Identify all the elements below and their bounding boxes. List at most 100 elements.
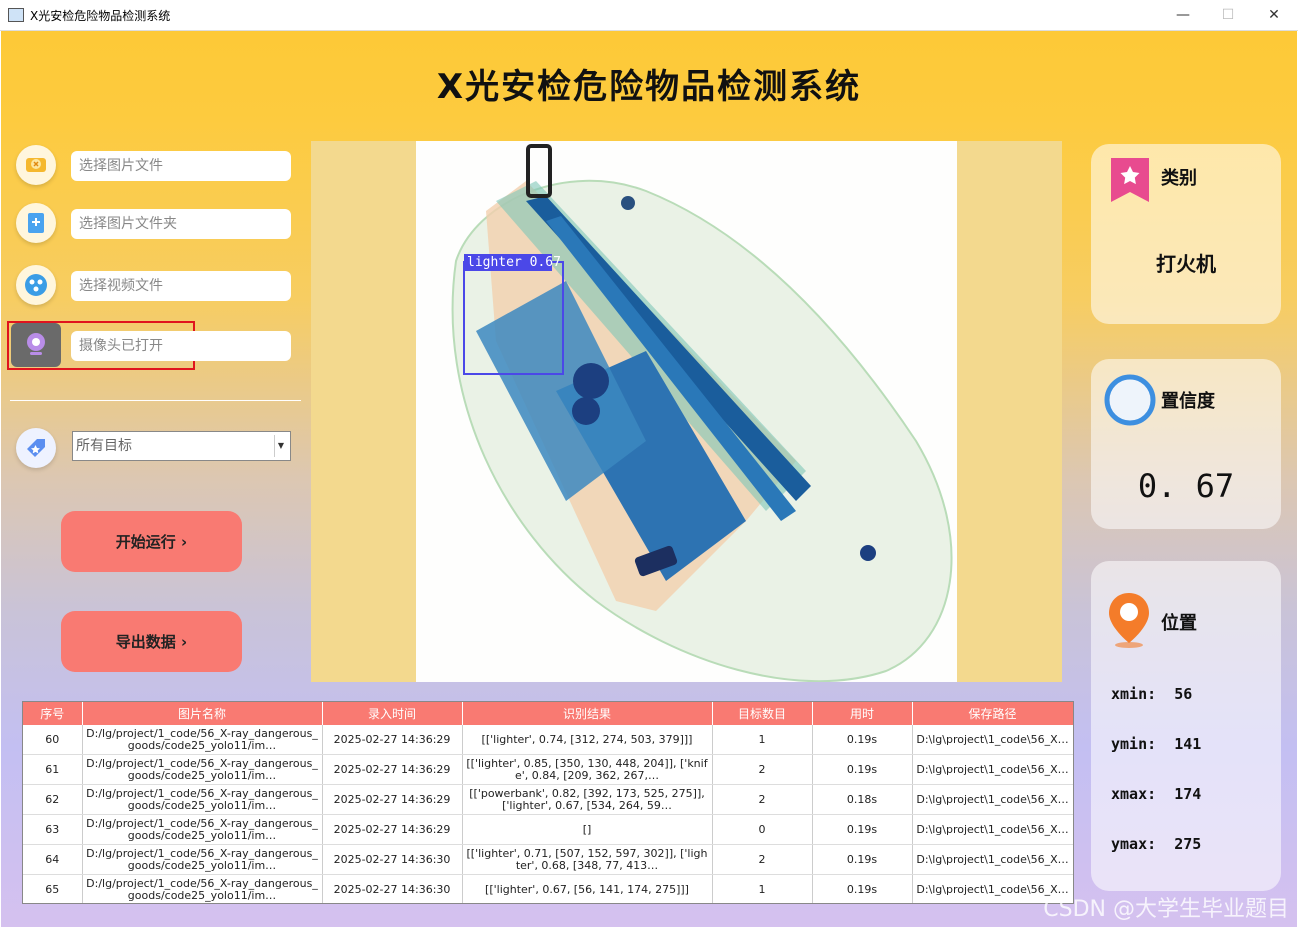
table-cell: 60 (23, 725, 83, 755)
table-cell: D:/lg/project/1_code/56_X-ray_dangerous_… (82, 814, 323, 845)
table-cell: 1 (712, 725, 813, 755)
class-card: 类别 打火机 (1091, 144, 1281, 324)
table-cell-text: 1 (758, 732, 766, 746)
table-cell: D:\lg\project\1_code\56_X… (912, 844, 1073, 875)
table-cell-text: D:/lg/project/1_code/56_X-ray_dangerous_… (86, 727, 318, 752)
table-cell: 0.19s (812, 844, 913, 875)
xmin-row: xmin: 56 (1111, 685, 1192, 703)
table-cell-text: D:\lg\project\1_code\56_X… (916, 823, 1069, 836)
table-row[interactable]: 60 D:/lg/project/1_code/56_X-ray_dangerou… (23, 725, 1073, 755)
video-file-icon[interactable] (16, 265, 56, 305)
image-display-panel: lighter 0.67 (311, 141, 1062, 682)
camera-field[interactable]: 摄像头已打开 (71, 331, 291, 361)
table-cell: D:\lg\project\1_code\56_X… (912, 784, 1073, 815)
xmax-label: xmax: (1111, 785, 1157, 803)
table-row[interactable]: 64 D:/lg/project/1_code/56_X-ray_dangerou… (23, 844, 1073, 875)
image-file-field[interactable]: 选择图片文件 (71, 151, 291, 181)
export-button[interactable]: 导出数据 › (61, 611, 242, 672)
table-cell: 1 (712, 874, 813, 903)
table-cell-text: 0.19s (846, 762, 878, 776)
table-cell: D:/lg/project/1_code/56_X-ray_dangerous_… (82, 844, 323, 875)
table-cell-text: [['powerbank', 0.82, [392, 173, 525, 275… (469, 787, 705, 812)
xray-image: lighter 0.67 (416, 141, 957, 682)
table-cell: [['lighter', 0.74, [312, 274, 503, 379]]… (462, 725, 713, 755)
table-cell-text: 0.19s (846, 882, 878, 896)
table-cell: 2025-02-27 14:36:29 (322, 814, 463, 845)
col-header-image-name[interactable]: 图片名称 (82, 702, 323, 725)
table-cell-text: 0 (758, 822, 766, 836)
xmax-value: 174 (1174, 785, 1202, 803)
table-cell: D:\lg\project\1_code\56_X… (912, 725, 1073, 755)
close-button[interactable]: ✕ (1251, 0, 1297, 30)
col-header-duration[interactable]: 用时 (812, 702, 913, 725)
table-cell: D:/lg/project/1_code/56_X-ray_dangerous_… (82, 874, 323, 903)
xmin-label: xmin: (1111, 685, 1157, 703)
table-cell: 0.19s (812, 814, 913, 845)
xmax-row: xmax: 174 (1111, 785, 1201, 803)
table-cell: 2025-02-27 14:36:29 (322, 754, 463, 785)
table-cell-text: 60 (45, 732, 60, 746)
table-cell-text: D:/lg/project/1_code/56_X-ray_dangerous_… (86, 787, 318, 812)
app-icon (8, 8, 24, 22)
table-cell: 64 (23, 844, 83, 875)
minimize-button[interactable]: — (1160, 0, 1206, 30)
table-cell: D:/lg/project/1_code/56_X-ray_dangerous_… (82, 754, 323, 785)
table-cell: 2 (712, 784, 813, 815)
app-body: X光安检危险物品检测系统 选择图片文件 选择图片文件夹 选择视频文件 摄像头已打… (1, 31, 1297, 927)
location-pin-icon (1105, 589, 1153, 653)
table-cell-text: D:\lg\project\1_code\56_X… (916, 733, 1069, 746)
image-folder-icon[interactable] (16, 203, 56, 243)
table-cell-text: 62 (45, 792, 60, 806)
table-cell-text: 0.19s (846, 852, 878, 866)
table-cell: D:\lg\project\1_code\56_X… (912, 754, 1073, 785)
table-cell: 0.19s (812, 725, 913, 755)
results-table[interactable]: 序号 图片名称 录入时间 识别结果 目标数目 用时 保存路径 60 D:/lg/p… (22, 701, 1074, 904)
table-cell: 2 (712, 844, 813, 875)
window-titlebar: X光安检危险物品检测系统 — ☐ ✕ (0, 0, 1298, 31)
ymin-row: ymin: 141 (1111, 735, 1201, 753)
position-card: 位置 xmin: 56 ymin: 141 xmax: 174 ymax: 27… (1091, 561, 1281, 891)
table-row[interactable]: 61 D:/lg/project/1_code/56_X-ray_dangerou… (23, 754, 1073, 785)
col-header-save-path[interactable]: 保存路径 (912, 702, 1073, 725)
table-cell: [['lighter', 0.85, [350, 130, 448, 204]]… (462, 754, 713, 785)
confidence-label: 置信度 (1161, 391, 1215, 412)
col-header-time[interactable]: 录入时间 (322, 702, 463, 725)
class-value: 打火机 (1156, 252, 1216, 276)
ymax-value: 275 (1174, 835, 1202, 853)
col-header-index[interactable]: 序号 (23, 702, 83, 725)
table-cell: [['lighter', 0.67, [56, 141, 174, 275]]] (462, 874, 713, 903)
video-file-field[interactable]: 选择视频文件 (71, 271, 291, 301)
confidence-ring-icon (1103, 373, 1157, 431)
sidebar-divider (10, 400, 301, 401)
target-select[interactable]: 所有目标 ▼ (72, 431, 291, 461)
table-cell: 0.19s (812, 754, 913, 785)
table-cell-text: [] (582, 823, 592, 836)
table-cell-text: 63 (45, 822, 60, 836)
table-cell: 65 (23, 874, 83, 903)
table-cell-text: [['lighter', 0.74, [312, 274, 503, 379]]… (481, 733, 693, 746)
chevron-down-icon[interactable]: ▼ (274, 435, 287, 457)
target-tag-icon (16, 428, 56, 468)
table-cell: D:\lg\project\1_code\56_X… (912, 814, 1073, 845)
table-cell: 2025-02-27 14:36:30 (322, 844, 463, 875)
table-cell-text: D:/lg/project/1_code/56_X-ray_dangerous_… (86, 817, 318, 842)
table-cell: 2025-02-27 14:36:30 (322, 874, 463, 903)
table-row[interactable]: 62 D:/lg/project/1_code/56_X-ray_dangerou… (23, 784, 1073, 815)
camera-icon[interactable] (11, 323, 61, 367)
image-file-icon[interactable] (16, 145, 56, 185)
table-row[interactable]: 65 D:/lg/project/1_code/56_X-ray_dangerou… (23, 874, 1073, 903)
table-cell: 2 (712, 754, 813, 785)
table-row[interactable]: 63 D:/lg/project/1_code/56_X-ray_dangerou… (23, 814, 1073, 845)
col-header-count[interactable]: 目标数目 (712, 702, 813, 725)
maximize-button[interactable]: ☐ (1205, 0, 1251, 30)
table-cell-text: [['lighter', 0.85, [350, 130, 448, 204]]… (466, 757, 708, 782)
target-select-value: 所有目标 (76, 438, 132, 454)
table-cell-text: 2 (758, 762, 766, 776)
run-button[interactable]: 开始运行 › (61, 511, 242, 572)
table-cell: 0 (712, 814, 813, 845)
table-cell: 0.19s (812, 874, 913, 903)
table-cell-text: D:/lg/project/1_code/56_X-ray_dangerous_… (86, 847, 318, 872)
image-folder-field[interactable]: 选择图片文件夹 (71, 209, 291, 239)
table-header-row: 序号 图片名称 录入时间 识别结果 目标数目 用时 保存路径 (23, 702, 1073, 725)
col-header-result[interactable]: 识别结果 (462, 702, 713, 725)
